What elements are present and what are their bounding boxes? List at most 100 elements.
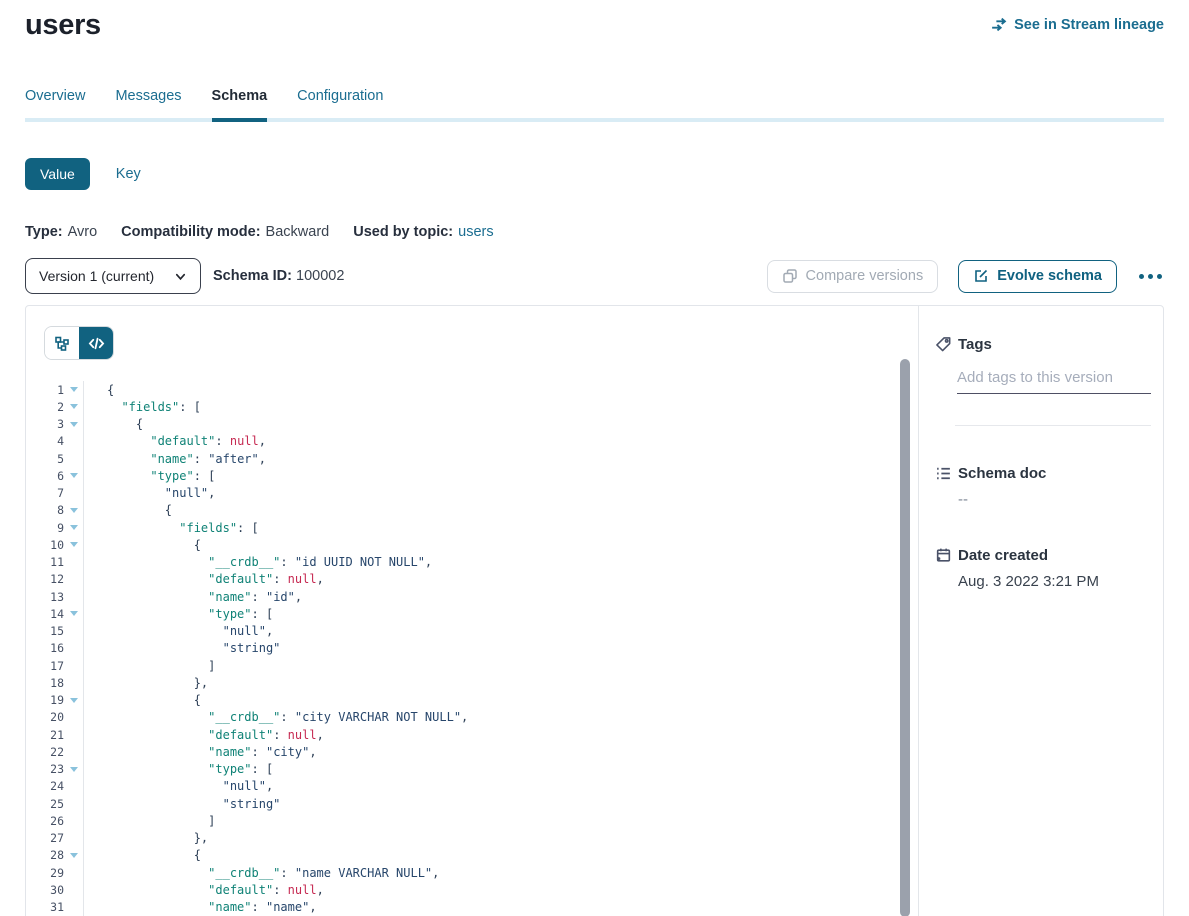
gutter-row: 9 <box>26 519 83 536</box>
line-number: 28 <box>26 848 64 862</box>
code-line[interactable]: "fields": [ <box>107 398 918 415</box>
schema-sidebar: Tags Schema doc -- Date created <box>919 306 1163 916</box>
code-line[interactable]: "null", <box>107 485 918 502</box>
code-line[interactable]: { <box>107 536 918 553</box>
code-line[interactable]: "type": [ <box>107 761 918 778</box>
line-number: 7 <box>26 486 64 500</box>
gutter-row: 3 <box>26 416 83 433</box>
code-line[interactable]: ] <box>107 812 918 829</box>
code-line[interactable]: "name": "name", <box>107 899 918 916</box>
gutter-row: 11 <box>26 554 83 571</box>
schema-doc-section: Schema doc -- <box>935 465 1163 508</box>
add-tags-input[interactable] <box>957 369 1151 394</box>
line-number: 8 <box>26 503 64 517</box>
gutter-row: 20 <box>26 709 83 726</box>
code-line[interactable]: "fields": [ <box>107 519 918 536</box>
code-line[interactable]: "type": [ <box>107 605 918 622</box>
gutter-row: 2 <box>26 398 83 415</box>
value-key-toggle: Value Key <box>25 158 1164 190</box>
schema-id-label: Schema ID: <box>213 268 292 284</box>
evolve-schema-button[interactable]: Evolve schema <box>958 260 1117 293</box>
gutter-row: 14 <box>26 605 83 622</box>
fold-arrow-icon[interactable] <box>70 853 78 858</box>
gutter-row: 15 <box>26 623 83 640</box>
line-number: 5 <box>26 452 64 466</box>
stream-lineage-label: See in Stream lineage <box>1014 17 1164 33</box>
line-number: 19 <box>26 693 64 707</box>
code-line[interactable]: "name": "after", <box>107 450 918 467</box>
code-line[interactable]: }, <box>107 830 918 847</box>
tab-messages[interactable]: Messages <box>115 88 181 122</box>
gutter-row: 24 <box>26 778 83 795</box>
tab-schema[interactable]: Schema <box>212 88 268 122</box>
tab-configuration[interactable]: Configuration <box>297 88 383 122</box>
code-line[interactable]: { <box>107 381 918 398</box>
code-line[interactable]: "type": [ <box>107 467 918 484</box>
evolve-schema-label: Evolve schema <box>997 268 1102 284</box>
code-line[interactable]: }, <box>107 674 918 691</box>
code-line[interactable]: ] <box>107 657 918 674</box>
code-line[interactable]: { <box>107 416 918 433</box>
fold-arrow-icon[interactable] <box>70 698 78 703</box>
code-line[interactable]: "name": "id", <box>107 588 918 605</box>
gutter-row: 25 <box>26 795 83 812</box>
key-toggle-button[interactable]: Key <box>116 166 141 182</box>
gutter-row: 28 <box>26 847 83 864</box>
code-view-button[interactable] <box>79 327 113 359</box>
line-number: 3 <box>26 417 64 431</box>
code-line[interactable]: "default": null, <box>107 571 918 588</box>
gutter-row: 4 <box>26 433 83 450</box>
fold-arrow-icon[interactable] <box>70 508 78 513</box>
code-line[interactable]: "string" <box>107 795 918 812</box>
code-line[interactable]: "default": null, <box>107 433 918 450</box>
code-view-icon <box>88 335 105 352</box>
compare-versions-button[interactable]: Compare versions <box>767 260 939 293</box>
fold-arrow-icon[interactable] <box>70 473 78 478</box>
meta-topic: Used by topic:users <box>353 224 493 240</box>
code-line[interactable]: "__crdb__": "id UUID NOT NULL", <box>107 554 918 571</box>
line-number: 2 <box>26 400 64 414</box>
version-select-value: Version 1 (current) <box>39 268 154 284</box>
line-number: 12 <box>26 572 64 586</box>
editor-view-toggle <box>44 326 114 360</box>
gutter-row: 6 <box>26 467 83 484</box>
meta-topic-link[interactable]: users <box>458 224 493 240</box>
code-line[interactable]: "default": null, <box>107 881 918 898</box>
fold-arrow-icon[interactable] <box>70 611 78 616</box>
code-line[interactable]: "string" <box>107 640 918 657</box>
code-line[interactable]: "name": "city", <box>107 743 918 760</box>
code-line[interactable]: "null", <box>107 623 918 640</box>
fold-arrow-icon[interactable] <box>70 767 78 772</box>
version-select[interactable]: Version 1 (current) <box>25 258 201 294</box>
gutter-row: 31 <box>26 899 83 916</box>
line-number: 24 <box>26 779 64 793</box>
page-header: users See in Stream lineage <box>25 0 1164 42</box>
stream-lineage-link[interactable]: See in Stream lineage <box>990 16 1164 33</box>
code-line[interactable]: { <box>107 847 918 864</box>
line-number: 25 <box>26 797 64 811</box>
code-line[interactable]: { <box>107 692 918 709</box>
value-toggle-button[interactable]: Value <box>25 158 90 190</box>
tab-overview[interactable]: Overview <box>25 88 85 122</box>
more-actions-button[interactable] <box>1137 268 1164 285</box>
date-created-section: Date created Aug. 3 2022 3:21 PM <box>935 547 1163 590</box>
tree-view-button[interactable] <box>45 327 79 359</box>
code-line[interactable]: "default": null, <box>107 726 918 743</box>
meta-type: Type:Avro <box>25 224 97 240</box>
fold-arrow-icon[interactable] <box>70 542 78 547</box>
editor-scrollbar[interactable] <box>900 359 910 916</box>
line-number: 10 <box>26 538 64 552</box>
fold-arrow-icon[interactable] <box>70 525 78 530</box>
fold-arrow-icon[interactable] <box>70 404 78 409</box>
code-line[interactable]: "__crdb__": "city VARCHAR NOT NULL", <box>107 709 918 726</box>
fold-arrow-icon[interactable] <box>70 387 78 392</box>
code-line[interactable]: "__crdb__": "name VARCHAR NULL", <box>107 864 918 881</box>
gutter-row: 19 <box>26 692 83 709</box>
tags-title: Tags <box>958 336 992 353</box>
fold-arrow-icon[interactable] <box>70 422 78 427</box>
code-area[interactable]: 1234567891011121314151617181920212223242… <box>26 381 918 916</box>
schema-doc-title: Schema doc <box>958 465 1046 482</box>
line-number: 31 <box>26 900 64 914</box>
code-line[interactable]: { <box>107 502 918 519</box>
code-line[interactable]: "null", <box>107 778 918 795</box>
